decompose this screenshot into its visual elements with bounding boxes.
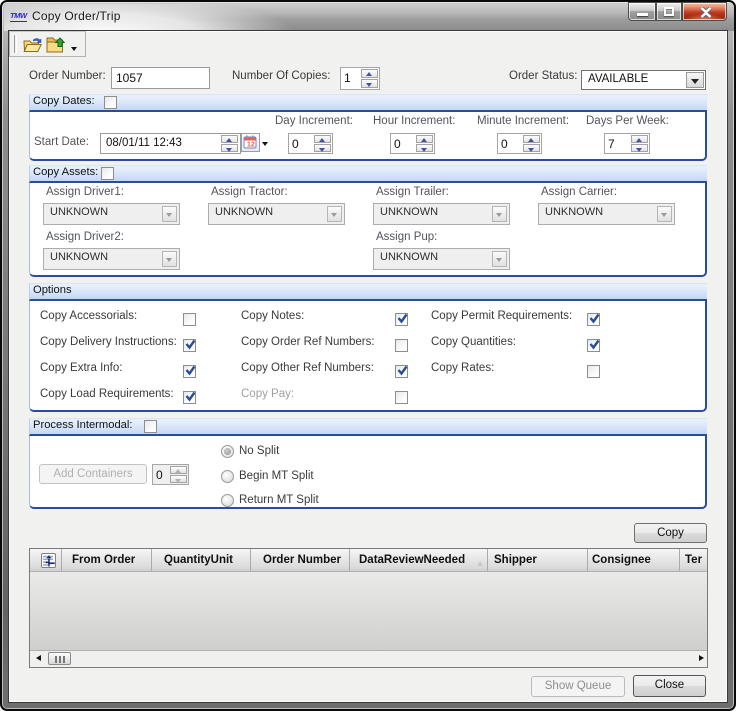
svg-text:12: 12 [247, 142, 255, 149]
